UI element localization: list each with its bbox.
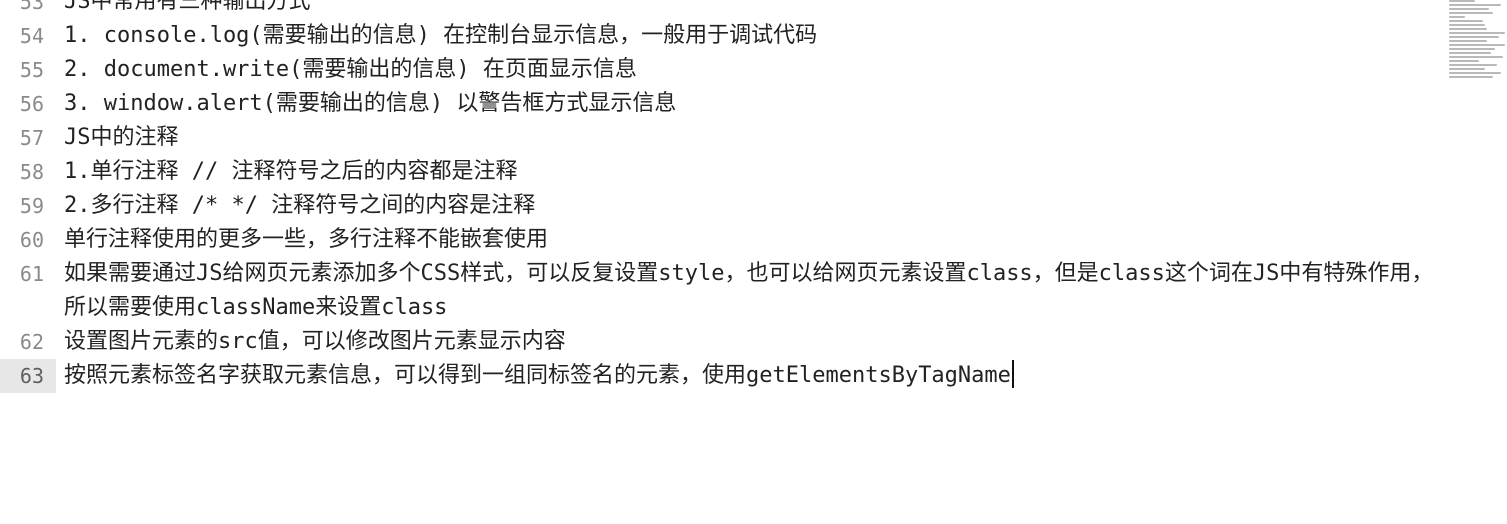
editor-line[interactable]: 58 1.单行注释 // 注释符号之后的内容都是注释 (0, 155, 1450, 189)
minimap-line (1449, 48, 1495, 50)
minimap-line (1449, 0, 1475, 2)
minimap-line (1449, 72, 1501, 74)
minimap-line (1449, 44, 1505, 46)
line-number: 58 (19, 160, 44, 184)
minimap-line (1449, 60, 1479, 62)
line-text[interactable]: 单行注释使用的更多一些，多行注释不能嵌套使用 (56, 223, 1450, 257)
current-line-text[interactable]: 按照元素标签名字获取元素信息，可以得到一组同标签名的元素，使用getElemen… (56, 359, 1450, 393)
line-number: 54 (19, 24, 44, 48)
line-text[interactable]: JS中常用有三种输出方式 (56, 0, 1450, 19)
line-text[interactable]: 3. window.alert(需要输出的信息) 以警告框方式显示信息 (56, 87, 1450, 121)
line-number: 60 (19, 228, 44, 252)
line-text[interactable]: JS中的注释 (56, 121, 1450, 155)
minimap-line (1449, 16, 1465, 18)
minimap-line (1449, 56, 1503, 58)
editor-line[interactable]: 54 1. console.log(需要输出的信息) 在控制台显示信息，一般用于… (0, 19, 1450, 53)
minimap-line (1449, 64, 1497, 66)
line-text[interactable]: 1.单行注释 // 注释符号之后的内容都是注释 (56, 155, 1450, 189)
editor-line[interactable]: 53 JS中常用有三种输出方式 (0, 0, 1450, 19)
editor-line[interactable]: 55 2. document.write(需要输出的信息) 在页面显示信息 (0, 53, 1450, 87)
minimap[interactable] (1449, 0, 1507, 90)
editor-lines[interactable]: 53 JS中常用有三种输出方式 54 1. console.log(需要输出的信… (0, 0, 1450, 393)
editor-line[interactable]: 61 如果需要通过JS给网页元素添加多个CSS样式，可以反复设置style，也可… (0, 257, 1450, 325)
line-text[interactable]: 2.多行注释 /* */ 注释符号之间的内容是注释 (56, 189, 1450, 223)
minimap-line (1449, 4, 1501, 6)
minimap-line (1449, 40, 1487, 42)
line-text[interactable]: 如果需要通过JS给网页元素添加多个CSS样式，可以反复设置style，也可以给网… (56, 257, 1450, 325)
editor-line[interactable]: 62 设置图片元素的src值，可以修改图片元素显示内容 (0, 325, 1450, 359)
line-number: 62 (19, 330, 44, 354)
minimap-line (1449, 12, 1493, 14)
line-number: 56 (19, 92, 44, 116)
minimap-line (1449, 52, 1491, 54)
line-number: 55 (19, 58, 44, 82)
minimap-line (1449, 20, 1483, 22)
current-editor-line[interactable]: 63 按照元素标签名字获取元素信息，可以得到一组同标签名的元素，使用getEle… (0, 359, 1450, 393)
minimap-line (1449, 24, 1485, 26)
current-line-content: 按照元素标签名字获取元素信息，可以得到一组同标签名的元素，使用getElemen… (64, 363, 1011, 388)
editor-line[interactable]: 57 JS中的注释 (0, 121, 1450, 155)
line-number: 59 (19, 194, 44, 218)
line-number: 61 (19, 262, 44, 286)
minimap-line (1449, 32, 1505, 34)
line-text[interactable]: 设置图片元素的src值，可以修改图片元素显示内容 (56, 325, 1450, 359)
editor-line[interactable]: 56 3. window.alert(需要输出的信息) 以警告框方式显示信息 (0, 87, 1450, 121)
minimap-line (1449, 8, 1489, 10)
minimap-line (1449, 68, 1485, 70)
minimap-line (1449, 76, 1493, 78)
current-line-number: 63 (0, 359, 56, 393)
text-cursor (1011, 360, 1014, 388)
editor-line[interactable]: 60 单行注释使用的更多一些，多行注释不能嵌套使用 (0, 223, 1450, 257)
text-editor[interactable]: 53 JS中常用有三种输出方式 54 1. console.log(需要输出的信… (0, 0, 1507, 524)
minimap-line (1449, 36, 1499, 38)
line-text[interactable]: 2. document.write(需要输出的信息) 在页面显示信息 (56, 53, 1450, 87)
line-number: 53 (19, 0, 44, 14)
line-number: 57 (19, 126, 44, 150)
editor-line[interactable]: 59 2.多行注释 /* */ 注释符号之间的内容是注释 (0, 189, 1450, 223)
line-text[interactable]: 1. console.log(需要输出的信息) 在控制台显示信息，一般用于调试代… (56, 19, 1450, 53)
minimap-line (1449, 28, 1487, 30)
